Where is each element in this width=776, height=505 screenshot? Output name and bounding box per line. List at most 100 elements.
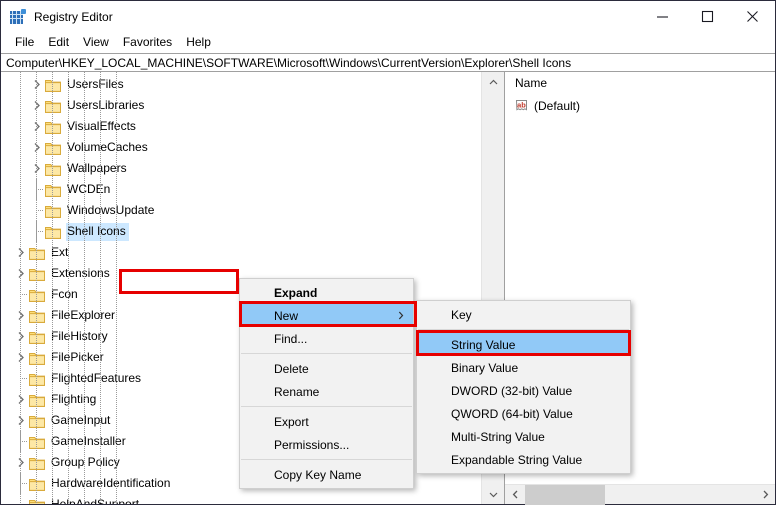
menu-item-label: Expandable String Value — [451, 452, 583, 467]
folder-icon — [29, 456, 45, 470]
folder-icon — [29, 498, 45, 504]
tree-item-label: Extensions — [51, 265, 110, 280]
chevron-right-icon[interactable] — [29, 116, 45, 137]
tree-item-label: Shell Icons — [66, 222, 129, 241]
menu-item-export[interactable]: Export — [240, 410, 413, 433]
scroll-left-icon[interactable] — [505, 485, 525, 505]
menu-item-label: Copy Key Name — [274, 467, 362, 482]
menu-item-label: Permissions... — [274, 437, 350, 452]
submenu-item-multi-string-value[interactable]: Multi-String Value — [417, 425, 630, 448]
chevron-right-icon[interactable] — [13, 326, 29, 347]
menu-item-delete[interactable]: Delete — [240, 357, 413, 380]
address-bar[interactable]: Computer\HKEY_LOCAL_MACHINE\SOFTWARE\Mic… — [1, 53, 775, 72]
hscrollbar-track[interactable] — [525, 484, 755, 505]
menu-edit[interactable]: Edit — [41, 33, 76, 52]
tree-item-label: FlightedFeatures — [51, 370, 142, 385]
menu-item-label: Key — [451, 307, 472, 322]
chevron-right-icon[interactable] — [13, 305, 29, 326]
folder-icon — [29, 330, 45, 344]
svg-text:ab: ab — [517, 101, 526, 110]
menu-item-copy-key-name[interactable]: Copy Key Name — [240, 463, 413, 486]
tree-item-userslibraries[interactable]: UsersLibraries — [1, 95, 481, 116]
tree-item-ext[interactable]: Ext — [1, 242, 481, 263]
menu-item-rename[interactable]: Rename — [240, 380, 413, 403]
menu-item-label: QWORD (64-bit) Value — [451, 406, 573, 421]
tree-item-shell-icons[interactable]: Shell Icons — [1, 221, 481, 242]
menu-view[interactable]: View — [76, 33, 116, 52]
folder-icon — [29, 267, 45, 281]
tree-item-usersfiles[interactable]: UsersFiles — [1, 74, 481, 95]
submenu-item-key[interactable]: Key — [417, 303, 630, 326]
folder-icon — [29, 246, 45, 260]
menu-item-label: Multi-String Value — [451, 429, 545, 444]
scroll-right-icon[interactable] — [755, 485, 775, 505]
menu-item-label: Rename — [274, 384, 320, 399]
string-value-icon: ab — [514, 98, 530, 114]
tree-item-helpandsupport[interactable]: HelpAndSupport — [1, 494, 481, 504]
submenu-item-dword-32-bit-value[interactable]: DWORD (32-bit) Value — [417, 379, 630, 402]
menu-bar: File Edit View Favorites Help — [1, 32, 775, 53]
folder-icon — [29, 288, 45, 302]
menu-separator — [418, 329, 629, 330]
submenu-item-binary-value[interactable]: Binary Value — [417, 356, 630, 379]
menu-item-label: Find... — [274, 331, 308, 346]
tree-item-label: Flighting — [51, 391, 97, 406]
menu-item-label: Delete — [274, 361, 309, 376]
close-icon[interactable] — [730, 1, 775, 32]
maximize-icon[interactable] — [685, 1, 730, 32]
value-horizontal-scrollbar[interactable] — [505, 484, 775, 505]
scroll-up-icon[interactable] — [482, 72, 505, 92]
chevron-right-icon[interactable] — [29, 95, 45, 116]
minimize-icon[interactable] — [640, 1, 685, 32]
menu-item-label: Binary Value — [451, 360, 519, 375]
menu-item-permissions[interactable]: Permissions... — [240, 433, 413, 456]
submenu-item-qword-64-bit-value[interactable]: QWORD (64-bit) Value — [417, 402, 630, 425]
tree-guide-line — [29, 200, 45, 221]
chevron-right-icon[interactable] — [13, 410, 29, 431]
chevron-right-icon[interactable] — [13, 263, 29, 284]
tree-guide-line — [13, 431, 29, 452]
folder-icon — [45, 162, 61, 176]
chevron-right-icon[interactable] — [29, 158, 45, 179]
menu-item-find[interactable]: Find... — [240, 327, 413, 350]
window-title: Registry Editor — [34, 9, 113, 24]
chevron-right-icon[interactable] — [29, 74, 45, 95]
registry-editor-window: Registry Editor File Edit View Favorites… — [0, 0, 776, 505]
submenu-item-string-value[interactable]: String Value — [417, 333, 630, 356]
tree-item-label: HelpAndSupport — [51, 496, 140, 505]
chevron-right-icon[interactable] — [13, 452, 29, 473]
tree-item-visualeffects[interactable]: VisualEffects — [1, 116, 481, 137]
chevron-right-icon[interactable] — [29, 137, 45, 158]
tree-item-label: GameInput — [51, 412, 111, 427]
menu-help[interactable]: Help — [179, 33, 218, 52]
tree-guide-line — [13, 494, 29, 504]
list-item[interactable]: ab (Default) — [505, 96, 775, 116]
submenu-item-expandable-string-value[interactable]: Expandable String Value — [417, 448, 630, 471]
tree-item-label: Ext — [51, 244, 69, 259]
column-header-name[interactable]: Name — [505, 76, 547, 90]
tree-item-label: FileExplorer — [51, 307, 116, 322]
chevron-right-icon[interactable] — [13, 242, 29, 263]
menu-file[interactable]: File — [8, 33, 41, 52]
tree-item-wcden[interactable]: WCDEn — [1, 179, 481, 200]
folder-icon — [29, 351, 45, 365]
tree-item-wallpapers[interactable]: Wallpapers — [1, 158, 481, 179]
menu-item-expand[interactable]: Expand — [240, 281, 413, 304]
menu-item-new[interactable]: New — [240, 304, 413, 327]
registry-path: Computer\HKEY_LOCAL_MACHINE\SOFTWARE\Mic… — [6, 55, 572, 70]
tree-item-label: Group Policy — [51, 454, 120, 469]
folder-icon — [45, 99, 61, 113]
tree-item-label: Wallpapers — [67, 160, 127, 175]
scroll-down-icon[interactable] — [482, 484, 505, 504]
tree-guide-line — [13, 368, 29, 389]
chevron-right-icon[interactable] — [13, 389, 29, 410]
tree-item-volumecaches[interactable]: VolumeCaches — [1, 137, 481, 158]
tree-item-label: FilePicker — [51, 349, 104, 364]
menu-favorites[interactable]: Favorites — [116, 33, 179, 52]
chevron-right-icon[interactable] — [13, 347, 29, 368]
folder-icon — [45, 204, 61, 218]
tree-item-label: UsersFiles — [67, 76, 124, 91]
tree-item-windowsupdate[interactable]: WindowsUpdate — [1, 200, 481, 221]
context-menu: Expand New Find... Delete Rename Export Permi… — [239, 278, 414, 489]
hscrollbar-thumb[interactable] — [525, 484, 605, 505]
